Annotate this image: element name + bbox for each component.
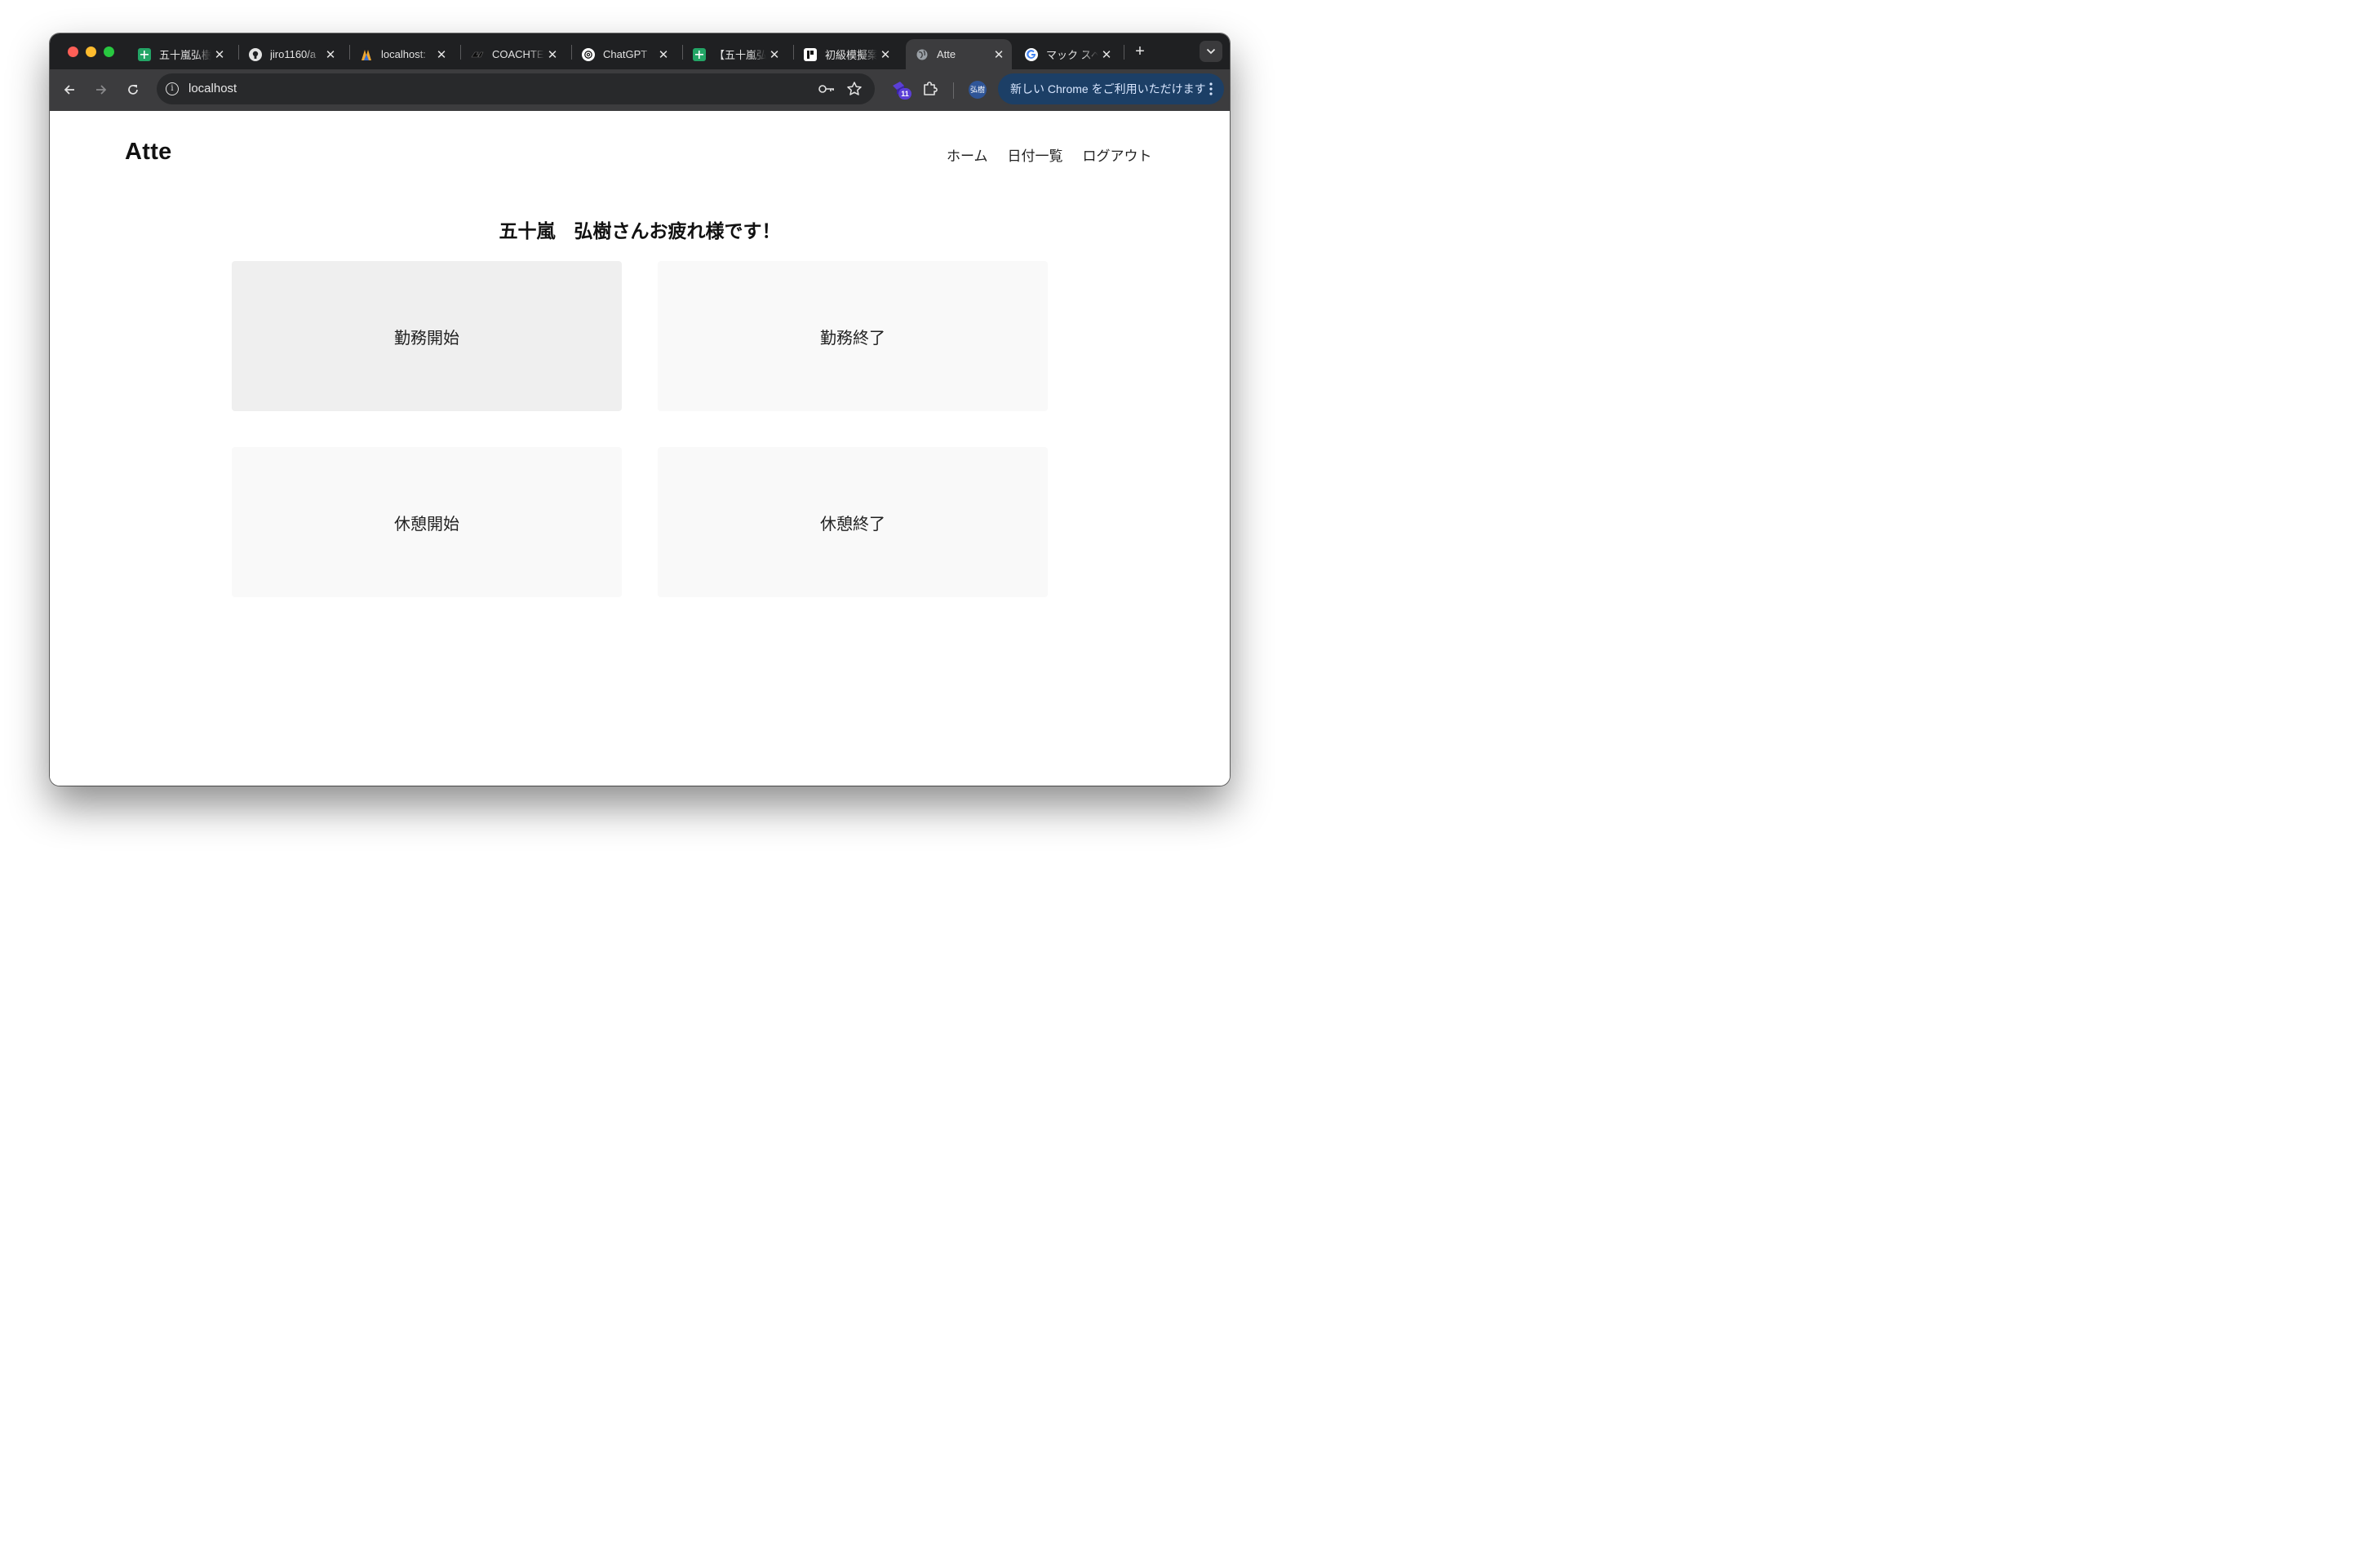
key-icon[interactable]: [818, 82, 836, 96]
close-tab-icon[interactable]: ✕: [1098, 47, 1115, 62]
header-nav: ホーム 日付一覧 ログアウト: [947, 144, 1152, 165]
address-bar[interactable]: i localhost: [157, 73, 875, 104]
browser-tab[interactable]: 初級模擬案 ✕: [794, 39, 898, 69]
minimize-window-button[interactable]: [86, 47, 96, 57]
google-icon: [1025, 47, 1038, 61]
google-sheets-icon: [138, 47, 151, 61]
puzzle-icon: [924, 82, 938, 95]
browser-tab[interactable]: 【五十嵐弘 ✕: [683, 39, 787, 69]
tab-strip: 五十嵐弘樹 ✕ jiro1160/a ✕ localhost: ✕ COACHT…: [50, 33, 1230, 69]
laravel-debug-icon: [360, 48, 373, 61]
browser-window: 五十嵐弘樹 ✕ jiro1160/a ✕ localhost: ✕ COACHT…: [50, 33, 1230, 786]
close-tab-icon[interactable]: ✕: [433, 47, 450, 62]
tab-search-button[interactable]: [1200, 41, 1222, 62]
tab-title: localhost:: [381, 48, 426, 60]
extensions-button[interactable]: [921, 80, 939, 98]
browser-tab[interactable]: ChatGPT ✕: [572, 39, 676, 69]
extension-button[interactable]: 11: [891, 79, 912, 100]
more-vert-icon[interactable]: [1209, 82, 1213, 95]
tab-title: マック スペ: [1046, 49, 1098, 61]
arrow-right-icon: [96, 85, 107, 95]
close-tab-icon[interactable]: ✕: [766, 47, 783, 62]
nav-logout-link[interactable]: ログアウト: [1083, 144, 1152, 165]
tab-title: jiro1160/a: [270, 48, 317, 60]
browser-tab[interactable]: マック スペ ✕: [1015, 39, 1120, 69]
coachtech-icon: [471, 48, 484, 61]
address-url[interactable]: localhost: [188, 82, 237, 95]
forward-button[interactable]: [91, 79, 112, 100]
work-start-button[interactable]: 勤務開始: [232, 261, 622, 411]
profile-avatar[interactable]: 弘樹: [969, 81, 987, 99]
close-tab-icon[interactable]: ✕: [655, 47, 672, 62]
break-start-button[interactable]: 休憩開始: [232, 447, 622, 597]
app-logo[interactable]: Atte: [125, 139, 172, 166]
arrow-left-icon: [64, 85, 74, 95]
tab-title: 初級模擬案: [825, 49, 877, 61]
web-page: Atte ホーム 日付一覧 ログアウト 五十嵐 弘樹さんお疲れ様です！ 勤務開始…: [50, 111, 1230, 786]
browser-toolbar: i localhost 11 弘樹 新しい Chrome をご利用いただけます: [50, 69, 1230, 111]
nav-home-link[interactable]: ホーム: [947, 144, 988, 165]
site-info-icon[interactable]: i: [166, 82, 179, 95]
extension-badge: 11: [898, 88, 911, 100]
toolbar-divider: [953, 82, 954, 99]
tab-title: COACHTE: [492, 48, 544, 60]
tab-title: 五十嵐弘樹: [159, 49, 211, 61]
close-tab-icon[interactable]: ✕: [322, 47, 339, 62]
browser-tab[interactable]: localhost: ✕: [350, 39, 455, 69]
close-tab-icon[interactable]: ✕: [991, 47, 1007, 62]
chevron-down-icon: [1206, 48, 1216, 55]
close-tab-icon[interactable]: ✕: [877, 47, 894, 62]
break-end-button[interactable]: 休憩終了: [658, 447, 1048, 597]
bookmark-star-icon[interactable]: [846, 81, 863, 97]
browser-tab-active[interactable]: Atte ✕: [906, 39, 1012, 69]
tab-title: Atte: [937, 48, 956, 60]
github-icon: [249, 47, 262, 61]
chatgpt-icon: [582, 47, 595, 61]
reload-button[interactable]: [122, 79, 144, 100]
browser-tab[interactable]: 五十嵐弘樹 ✕: [128, 39, 233, 69]
tab-title: 【五十嵐弘: [714, 49, 766, 61]
close-tab-icon[interactable]: ✕: [544, 47, 561, 62]
maximize-window-button[interactable]: [104, 47, 114, 57]
notion-icon: [804, 47, 817, 61]
browser-tab[interactable]: COACHTE ✕: [461, 39, 565, 69]
update-label: 新しい Chrome をご利用いただけます: [1010, 82, 1206, 95]
globe-icon: [916, 48, 929, 61]
back-button[interactable]: [59, 79, 80, 100]
browser-tab[interactable]: jiro1160/a ✕: [239, 39, 344, 69]
work-end-button[interactable]: 勤務終了: [658, 261, 1048, 411]
close-window-button[interactable]: [68, 47, 78, 57]
close-tab-icon[interactable]: ✕: [211, 47, 228, 62]
tab-title: ChatGPT: [603, 48, 648, 60]
google-sheets-icon: [693, 47, 706, 61]
nav-date-list-link[interactable]: 日付一覧: [1008, 144, 1063, 165]
new-tab-button[interactable]: +: [1131, 42, 1149, 60]
reload-icon: [128, 85, 138, 95]
greeting-heading: 五十嵐 弘樹さんお疲れ様です！: [499, 220, 781, 241]
chrome-update-button[interactable]: 新しい Chrome をご利用いただけます: [998, 73, 1224, 104]
